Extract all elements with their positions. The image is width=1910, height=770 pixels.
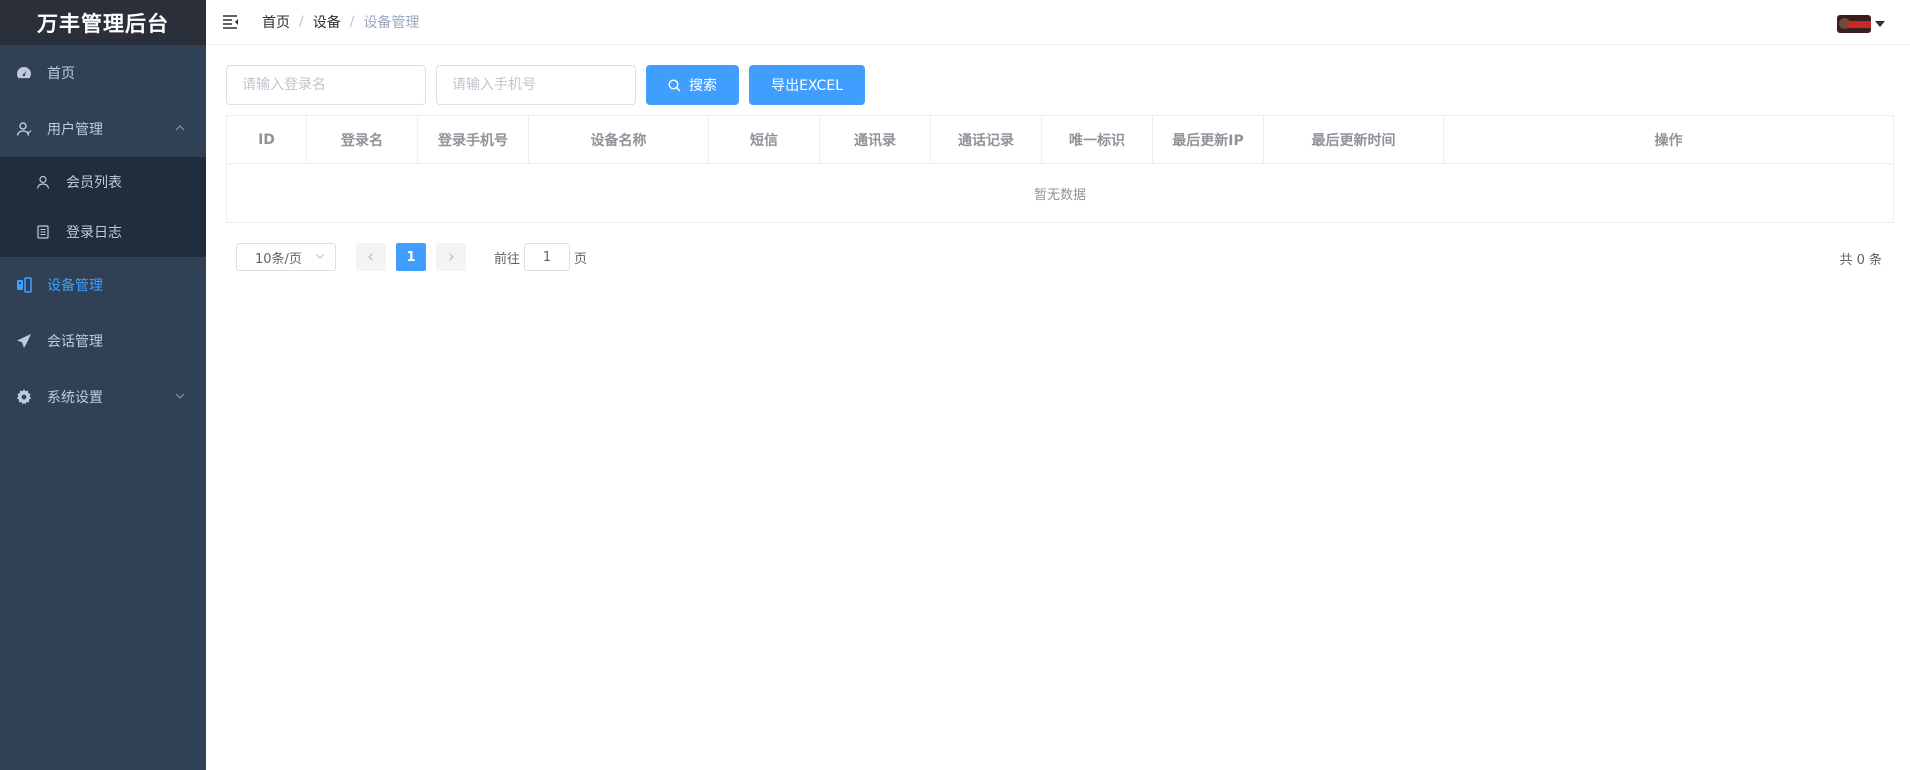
page-unit-label: 页 [574,251,588,267]
device-icon [16,277,32,293]
app-title: 万丰管理后台 [0,0,206,45]
breadcrumb-separator: / [349,14,355,30]
breadcrumb: 首页 / 设备 / 设备管理 [262,12,419,32]
column-header: 通话记录 [931,116,1042,163]
goto-page-input[interactable] [524,243,571,271]
page-size-value: 10条/页 [255,251,302,267]
sidebar-item-label: 设备管理 [47,278,103,294]
chevron-left-icon [368,253,373,261]
paper-plane-icon [16,333,32,349]
user-icon [16,121,32,137]
column-header: 设备名称 [529,116,709,163]
goto-label: 前往 [494,251,521,267]
search-button[interactable]: 搜索 [646,65,739,105]
search-button-label: 搜索 [689,78,717,94]
search-icon [668,78,681,92]
sidebar-item-home[interactable]: 首页 [0,45,206,101]
sidebar-item-label: 系统设置 [47,390,103,406]
export-excel-button[interactable]: 导出EXCEL [749,65,865,105]
user-outline-icon [36,175,50,189]
column-header: 短信 [709,116,820,163]
breadcrumb-home[interactable]: 首页 [262,12,290,32]
column-header: 操作 [1654,132,1683,149]
main-content: 搜索 导出EXCEL ID 登录名 登录手机号 设备名称 短信 通讯录 通话记录… [226,65,1894,271]
caret-down-icon[interactable] [1875,21,1885,27]
page-jumper: 前往 页 [494,243,587,271]
sidebar-item-label: 会话管理 [47,334,103,350]
device-table: ID 登录名 登录手机号 设备名称 短信 通讯录 通话记录 唯一标识 最后更新I… [226,115,1894,223]
sidebar-item-user-management[interactable]: 用户管理 [0,101,206,157]
breadcrumb-device[interactable]: 设备 [313,12,341,32]
sidebar-item-member-list[interactable]: 会员列表 [0,157,206,207]
empty-state: 暂无数据 [1033,187,1086,203]
column-header: 唯一标识 [1042,116,1153,163]
sidebar-item-device-management[interactable]: 设备管理 [0,257,206,313]
column-header: ID [227,116,307,163]
breadcrumb-separator: / [299,14,304,30]
sidebar: 万丰管理后台 首页 用户管理 会员列表 登录日志 设备管理 会话管理 系统设置 [0,0,206,770]
navbar: 首页 / 设备 / 设备管理 [206,0,1910,45]
sidebar-item-label: 登录日志 [66,225,122,241]
filter-bar: 搜索 导出EXCEL [226,65,1894,105]
avatar[interactable] [1837,15,1871,33]
chevron-down-icon [174,390,186,406]
login-name-input[interactable] [226,65,426,105]
user-management-submenu: 会员列表 登录日志 [0,157,206,257]
sidebar-item-system-settings[interactable]: 系统设置 [0,369,206,425]
chevron-right-icon [449,253,454,261]
sidebar-item-login-log[interactable]: 登录日志 [0,207,206,257]
breadcrumb-current: 设备管理 [363,15,420,31]
column-header: 登录名 [307,116,418,163]
gear-icon [16,389,32,405]
prev-page-button[interactable] [356,243,386,271]
page-number-current[interactable]: 1 [396,243,426,271]
total-count: 共 0 条 [1839,253,1882,268]
pagination: 10条/页 1 前往 页 共 0 条 [226,243,1894,271]
sidebar-item-label: 用户管理 [47,122,103,138]
phone-input[interactable] [436,65,636,105]
user-menu[interactable] [1837,15,1885,33]
chevron-up-icon [174,122,186,138]
column-header: 登录手机号 [418,116,529,163]
column-header: 通讯录 [820,116,931,163]
sidebar-item-label: 首页 [47,66,75,82]
sidebar-item-label: 会员列表 [66,175,122,191]
next-page-button[interactable] [436,243,466,271]
document-icon [36,225,50,239]
dashboard-icon [16,65,32,81]
chevron-down-icon [315,250,325,265]
page-size-select[interactable]: 10条/页 [236,243,336,271]
column-header: 最后更新IP [1153,116,1264,163]
menu-toggle-icon[interactable] [221,12,241,32]
column-header: 最后更新时间 [1264,116,1444,163]
sidebar-item-session-management[interactable]: 会话管理 [0,313,206,369]
table-header: ID 登录名 登录手机号 设备名称 短信 通讯录 通话记录 唯一标识 最后更新I… [227,116,1893,164]
